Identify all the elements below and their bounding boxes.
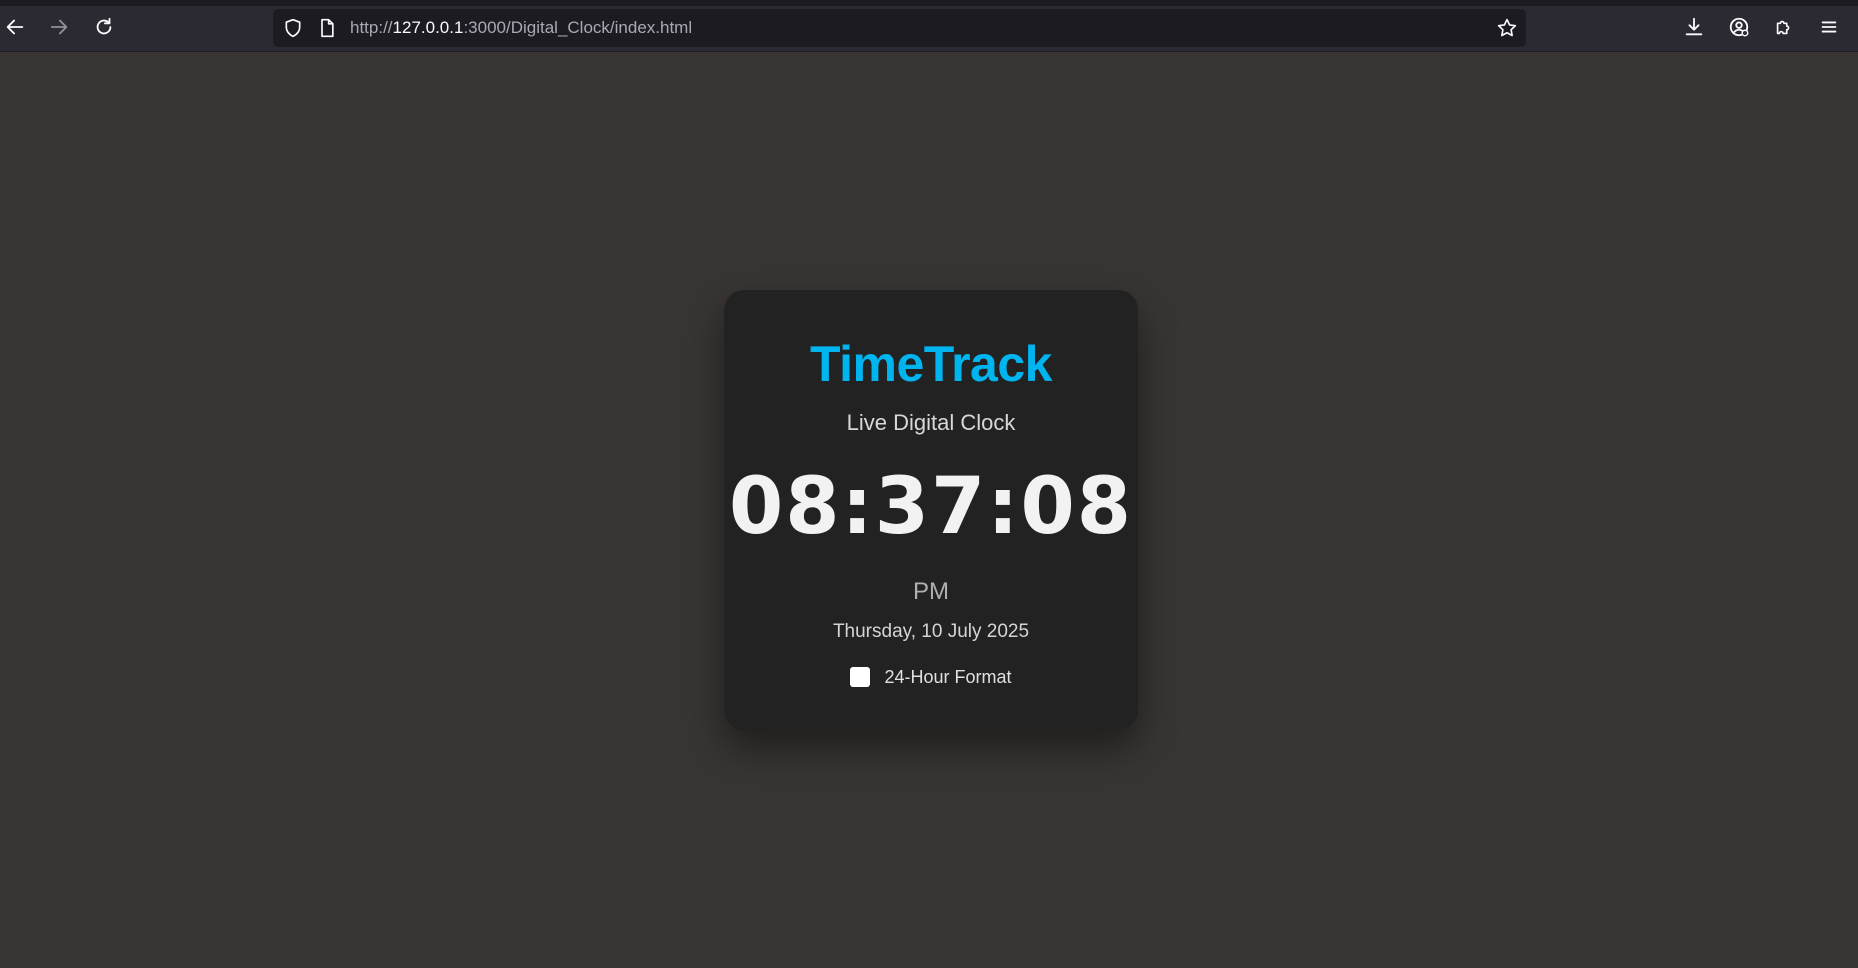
forward-button[interactable] [44, 12, 74, 42]
time-display: 08:37:08 [728, 462, 1134, 552]
back-button[interactable] [0, 12, 30, 42]
account-icon [1729, 17, 1749, 37]
24-hour-format-checkbox[interactable] [850, 667, 871, 687]
arrow-right-icon [50, 19, 68, 35]
page-icon[interactable] [317, 18, 337, 43]
24-hour-format-label[interactable]: 24-Hour Format [884, 666, 1011, 688]
puzzle-icon [1776, 20, 1790, 35]
menu-button[interactable] [1814, 12, 1844, 42]
format-toggle-row[interactable]: 24-Hour Format [724, 666, 1138, 688]
hamburger-icon [1821, 21, 1837, 33]
url-text[interactable]: http://127.0.0.1:3000/Digital_Clock/inde… [350, 18, 692, 38]
shield-icon[interactable] [283, 18, 303, 43]
url-host: 127.0.0.1 [392, 18, 464, 37]
date-display: Thursday, 10 July 2025 [832, 621, 1030, 642]
app-subtitle: Live Digital Clock [846, 410, 1016, 435]
browser-toolbar: http://127.0.0.1:3000/Digital_Clock/inde… [0, 0, 1858, 52]
download-icon [1685, 17, 1703, 36]
bookmark-star-icon[interactable] [1496, 17, 1518, 44]
extensions-button[interactable] [1769, 12, 1799, 42]
account-button[interactable] [1724, 12, 1754, 42]
tab-strip-edge [0, 0, 1858, 6]
url-path: :3000/Digital_Clock/index.html [463, 18, 693, 37]
downloads-button[interactable] [1679, 12, 1709, 42]
ampm-indicator: PM [913, 578, 949, 605]
reload-button[interactable] [89, 12, 119, 42]
clock-card: TimeTrack Live Digital Clock 08:37:08 PM… [724, 290, 1138, 730]
url-bar[interactable]: http://127.0.0.1:3000/Digital_Clock/inde… [273, 9, 1526, 47]
url-prefix: http:// [350, 18, 393, 37]
arrow-left-icon [6, 19, 24, 35]
reload-icon [96, 17, 112, 35]
app-title: TimeTrack [810, 336, 1052, 392]
